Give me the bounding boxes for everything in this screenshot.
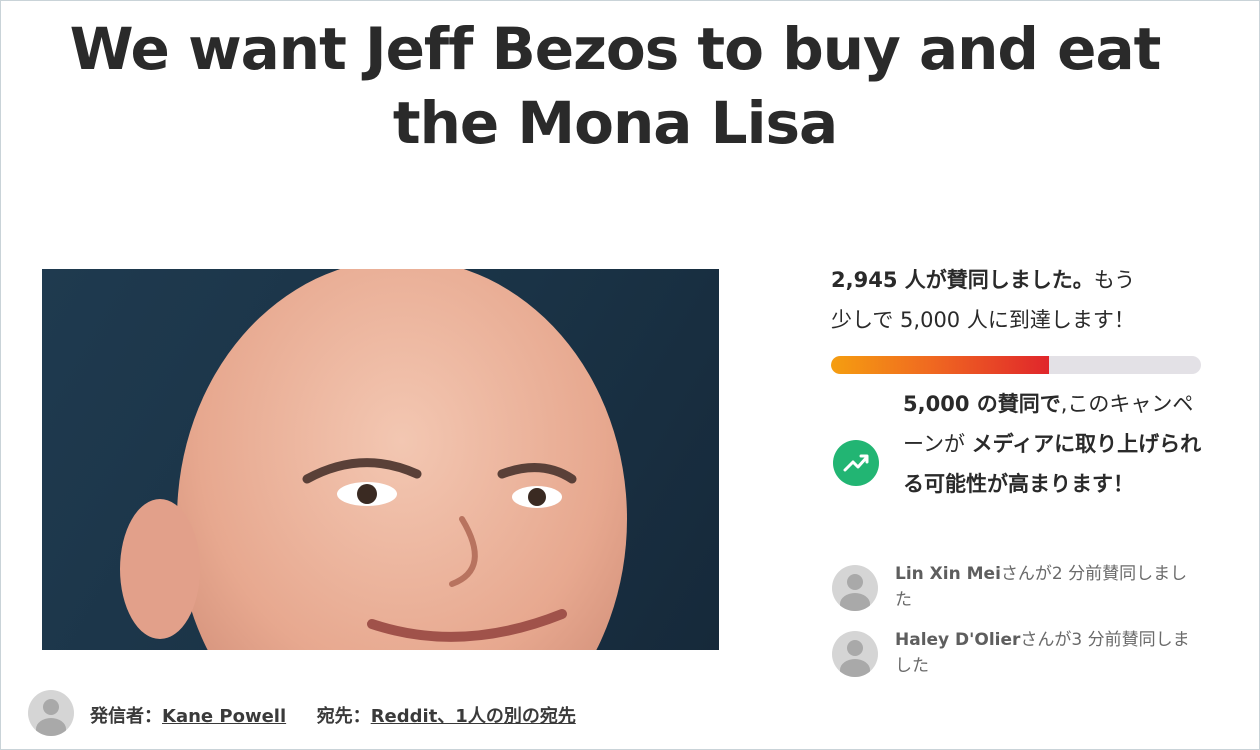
trending-up-icon [833, 440, 879, 486]
progress-bar-fill [831, 356, 1049, 374]
recent-signer: Haley D'Olierさんが3 分前賛同しました [832, 630, 1212, 691]
signer-text: Haley D'Olierさんが3 分前賛同しました [895, 627, 1195, 679]
progress-rest-2: 少しで 5,000 人に到達します！ [831, 308, 1135, 332]
recent-signer: Lin Xin Meiさんが2 分前賛同しました [832, 564, 1212, 625]
starter-name-link[interactable]: Kane Powell [162, 706, 286, 727]
starter-line: 発信者：Kane Powell 宛先：Reddit、1人の別の宛先 [90, 702, 576, 728]
recipient-link[interactable]: Reddit、1人の別の宛先 [371, 706, 576, 727]
signer-name: Haley D'Olier [895, 630, 1021, 650]
petition-starter: 発信者：Kane Powell 宛先：Reddit、1人の別の宛先 [28, 690, 788, 738]
signer-name: Lin Xin Mei [895, 564, 1001, 584]
signer-avatar [832, 631, 878, 677]
signature-count-text: 2,945 人が賛同しました。もう 少しで 5,000 人に到達します！ [831, 260, 1211, 340]
petition-photo [42, 269, 719, 650]
starter-avatar [28, 690, 74, 736]
signer-text: Lin Xin Meiさんが2 分前賛同しました [895, 561, 1195, 613]
progress-rest-1: もう [1093, 268, 1136, 292]
petition-title: We want Jeff Bezos to buy and eat the Mo… [69, 15, 1162, 157]
media-message: 5,000 の賛同で,このキャンペーンが メディアに取り上げられる可能性が高まり… [903, 384, 1203, 504]
progress-bar [831, 356, 1201, 374]
starter-label: 発信者： [90, 706, 162, 727]
signer-avatar [832, 565, 878, 611]
portrait-image [120, 269, 627, 650]
media-part1: 5,000 の賛同で [903, 392, 1061, 416]
signature-count: 2,945 人が賛同しました。 [831, 268, 1094, 292]
recipient-label: 宛先： [316, 706, 371, 727]
